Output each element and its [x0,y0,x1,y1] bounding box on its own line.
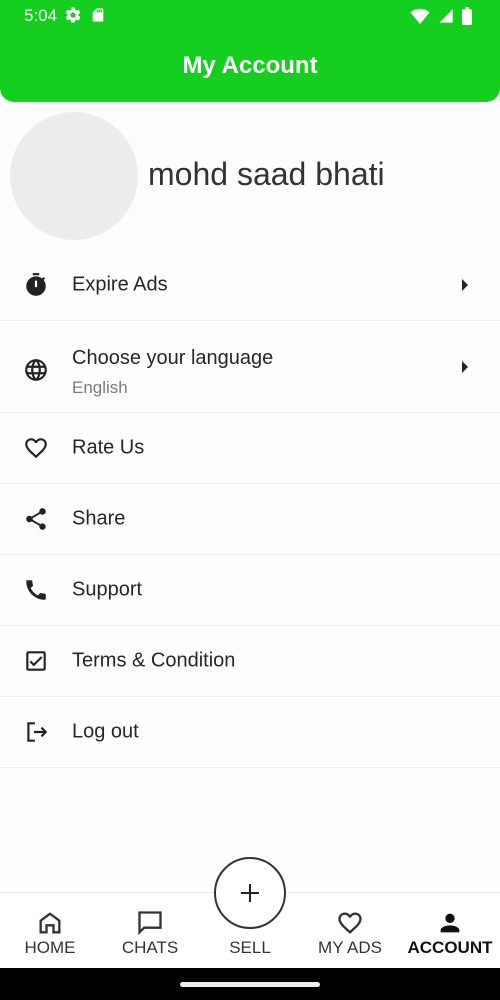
menu-item-share[interactable]: Share [0,484,500,555]
home-icon [39,912,61,934]
menu-label: Rate Us [72,436,145,459]
nav-label: MY ADS [318,938,382,957]
menu-item-rate-us[interactable]: Rate Us [0,413,500,484]
status-left-icons [64,6,106,24]
chevron-right-icon [462,360,468,373]
menu-item-language[interactable]: Choose your language English [0,321,500,413]
checkbox-icon [26,651,46,671]
wifi-icon [410,8,430,24]
nav-label: HOME [24,938,76,957]
nav-home[interactable]: HOME [0,893,100,969]
plus-icon [241,884,259,902]
menu-label: Support [72,578,143,601]
person-icon [440,913,460,933]
timer-icon [26,273,46,296]
heart-icon [25,438,47,459]
page-title: My Account [182,52,318,79]
globe-icon [25,359,47,381]
nav-chats[interactable]: CHATS [100,893,200,969]
sd-card-icon [92,8,104,22]
menu-label: Expire Ads [72,273,168,296]
nav-label: ACCOUNT [407,938,493,957]
chat-icon [138,911,162,936]
menu-item-expire-ads[interactable]: Expire Ads [0,250,500,321]
menu-label: Choose your language [72,347,274,369]
status-right-icons [410,7,472,25]
avatar[interactable] [10,112,138,240]
account-menu: Expire Ads Choose your language English … [0,250,500,768]
battery-icon [462,7,472,25]
logout-icon [27,722,48,742]
nav-label: SELL [229,938,271,957]
share-icon [26,508,46,530]
system-nav-bar [0,968,500,1000]
app-header: 5:04 My Account [0,0,500,102]
sell-fab-button[interactable] [214,857,286,929]
menu-item-logout[interactable]: Log out [0,697,500,768]
status-bar: 5:04 [0,0,500,32]
chevron-right-icon [462,279,468,291]
status-time: 5:04 [24,6,58,25]
cellular-icon [439,9,453,23]
settings-gear-icon [65,7,81,23]
phone-icon [26,580,46,600]
menu-item-terms[interactable]: Terms & Condition [0,626,500,697]
selected-language: English [72,378,128,397]
menu-item-support[interactable]: Support [0,555,500,626]
menu-label: Log out [72,720,139,743]
home-gesture-handle[interactable] [180,982,320,987]
menu-label: Share [72,507,126,530]
nav-label: CHATS [121,938,179,957]
menu-label: Terms & Condition [72,649,236,672]
username: mohd saad bhati [148,156,385,192]
nav-my-ads[interactable]: MY ADS [300,893,400,969]
heart-outline-icon [338,912,362,934]
nav-account[interactable]: ACCOUNT [400,893,500,969]
